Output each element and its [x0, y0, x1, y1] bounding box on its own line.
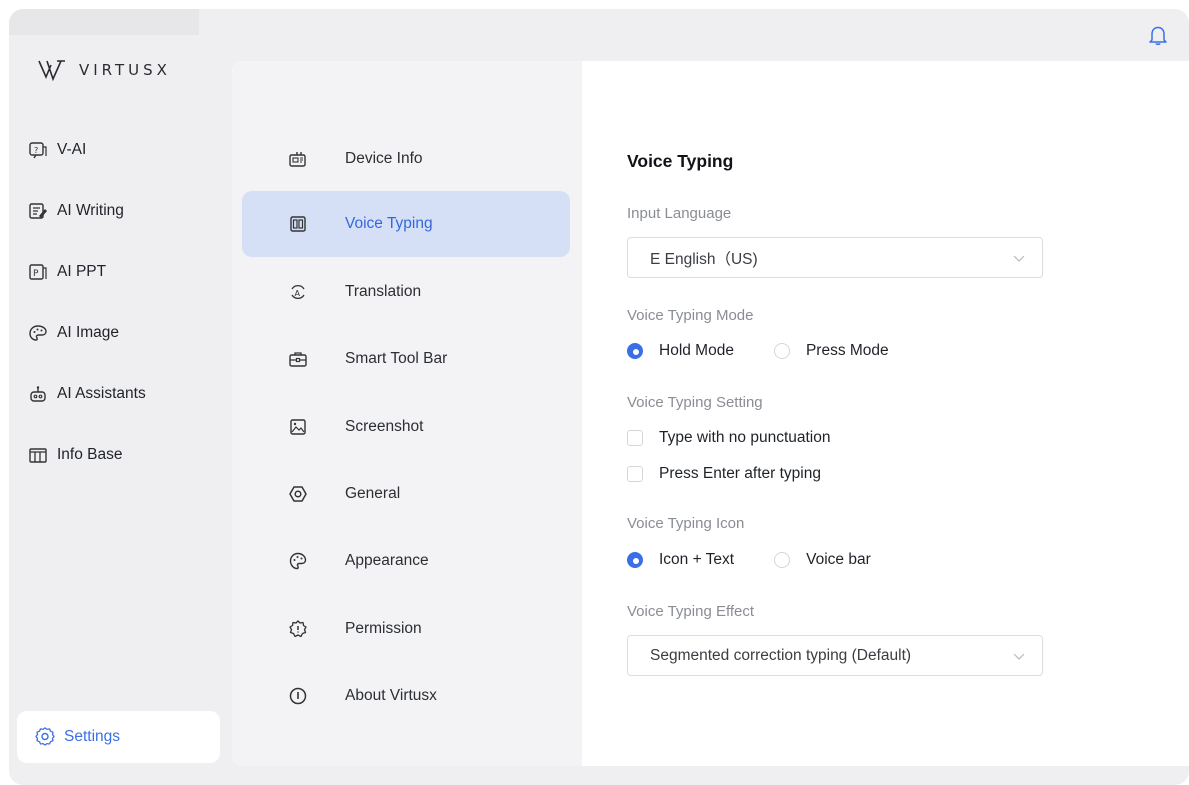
permission-shield-icon — [289, 620, 307, 638]
sidebar-item-label: AI PPT — [57, 262, 107, 280]
tab-permission[interactable]: Permission — [242, 596, 570, 662]
sidebar-item-label: AI Image — [57, 323, 120, 341]
radio-label: Icon + Text — [659, 551, 735, 568]
tab-about-virtusx[interactable]: About Virtusx — [242, 663, 570, 729]
sidebar-item-v-ai[interactable]: ? V-AI — [25, 119, 230, 180]
tab-device-info[interactable]: Device Info — [242, 126, 570, 192]
library-icon — [29, 447, 47, 463]
voice-typing-settings: Voice Typing Input Language E English（US… — [627, 61, 1167, 766]
chevron-down-icon — [1013, 653, 1025, 660]
radio-label: Hold Mode — [659, 342, 734, 359]
chat-question-icon: ? — [29, 141, 47, 158]
sidebar-item-label: Info Base — [57, 445, 123, 463]
tab-general[interactable]: General — [242, 461, 570, 527]
sidebar-item-label: V-AI — [57, 140, 87, 158]
checkbox-label: Type with no punctuation — [659, 429, 831, 446]
checkbox-box — [627, 430, 643, 446]
info-icon — [289, 687, 307, 705]
screenshot-icon — [290, 419, 306, 435]
input-language-value: E English（US) — [650, 250, 758, 268]
hold-mode-radio[interactable]: Hold Mode — [627, 342, 734, 360]
tab-smart-tool-bar[interactable]: Smart Tool Bar — [242, 326, 570, 392]
robot-icon — [30, 385, 46, 402]
radio-unselected — [773, 343, 790, 359]
svg-text:?: ? — [34, 146, 38, 155]
appearance-palette-icon — [289, 552, 307, 570]
gear-icon — [35, 727, 55, 746]
tab-label: Voice Typing — [345, 215, 433, 232]
press-enter-checkbox[interactable]: Press Enter after typing — [627, 465, 821, 483]
voice-typing-mode-label: Voice Typing Mode — [627, 307, 754, 324]
palette-image-icon — [29, 324, 47, 341]
voice-typing-mode-group: Hold Mode Press Mode — [627, 342, 929, 360]
tab-label: Appearance — [345, 552, 429, 569]
input-language-select[interactable]: E English（US) — [627, 237, 1043, 278]
tab-label: About Virtusx — [345, 687, 437, 704]
virtusx-logo-icon — [38, 60, 65, 82]
page-title: Voice Typing — [627, 151, 734, 171]
press-mode-radio[interactable]: Press Mode — [773, 342, 889, 360]
checkbox-box — [627, 466, 643, 482]
no-punctuation-checkbox[interactable]: Type with no punctuation — [627, 429, 830, 447]
settings-submenu: Device Info Voice Typing A Translation S… — [232, 61, 582, 766]
tab-label: Device Info — [345, 150, 423, 167]
tab-screenshot[interactable]: Screenshot — [242, 394, 570, 460]
sidebar-item-ai-image[interactable]: AI Image — [25, 302, 230, 363]
brand-name: VIRTUSX — [79, 61, 171, 79]
sidebar-item-settings[interactable]: Settings — [17, 711, 220, 763]
tab-label: Permission — [345, 620, 422, 637]
svg-text:A: A — [295, 289, 301, 298]
voice-typing-icon-group: Icon + Text Voice bar — [627, 551, 911, 569]
voice-typing-icon — [290, 216, 306, 232]
app-window: VIRTUSX ? V-AI AI Writing P AI PPT AI Im… — [9, 9, 1189, 785]
voice-typing-effect-label: Voice Typing Effect — [627, 603, 755, 620]
voice-typing-effect-value: Segmented correction typing (Default) — [650, 646, 912, 664]
voice-typing-icon-label: Voice Typing Icon — [627, 515, 745, 532]
toolbox-icon — [289, 352, 307, 367]
settings-panel: Device Info Voice Typing A Translation S… — [232, 61, 1189, 766]
input-language-label: Input Language — [627, 205, 732, 222]
presentation-icon: P — [29, 263, 47, 280]
brand-logo: VIRTUSX — [37, 57, 171, 83]
sidebar-nav: ? V-AI AI Writing P AI PPT AI Image AI A… — [25, 119, 230, 485]
settings-label: Settings — [64, 728, 121, 745]
tab-label: Smart Tool Bar — [345, 350, 448, 367]
voice-typing-setting-label: Voice Typing Setting — [627, 394, 763, 411]
sidebar-item-ai-ppt[interactable]: P AI PPT — [25, 241, 230, 302]
voice-bar-radio[interactable]: Voice bar — [774, 551, 871, 569]
radio-selected — [627, 552, 643, 568]
radio-selected — [627, 343, 643, 359]
tab-voice-typing[interactable]: Voice Typing — [242, 191, 570, 257]
tab-label: General — [345, 485, 401, 502]
svg-text:P: P — [33, 269, 39, 279]
general-settings-icon — [289, 486, 307, 502]
sidebar-item-ai-writing[interactable]: AI Writing — [25, 180, 230, 241]
checkbox-label: Press Enter after typing — [659, 465, 821, 482]
tab-label: Screenshot — [345, 418, 424, 435]
radio-label: Voice bar — [806, 551, 871, 568]
voice-typing-effect-select[interactable]: Segmented correction typing (Default) — [627, 635, 1043, 676]
chevron-down-icon — [1013, 255, 1025, 262]
radio-unselected — [774, 552, 791, 568]
sidebar-item-label: AI Writing — [57, 201, 124, 219]
translation-icon: A — [291, 285, 305, 299]
tab-appearance[interactable]: Appearance — [242, 528, 570, 594]
tab-translation[interactable]: A Translation — [242, 259, 570, 325]
sidebar-item-label: AI Assistants — [57, 384, 146, 402]
icon-text-radio[interactable]: Icon + Text — [627, 551, 734, 569]
radio-label: Press Mode — [805, 342, 889, 359]
sidebar-item-info-base[interactable]: Info Base — [25, 424, 230, 485]
device-info-icon — [289, 152, 306, 167]
tab-label: Translation — [345, 283, 422, 300]
edit-document-icon — [29, 202, 47, 219]
bell-icon[interactable] — [1147, 24, 1169, 46]
sidebar-item-ai-assistants[interactable]: AI Assistants — [25, 363, 230, 424]
window-titlebar — [9, 9, 199, 35]
